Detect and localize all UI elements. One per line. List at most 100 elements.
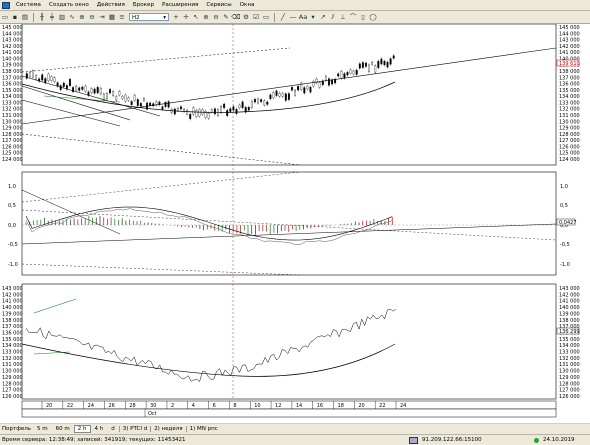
chevron-down-icon[interactable]: ▾ [309, 13, 317, 21]
candle-body [392, 55, 395, 59]
menu-actions[interactable]: Действия [93, 0, 129, 10]
lower-tick-right: 142 000 [559, 292, 580, 298]
candle-body [186, 110, 189, 115]
tf-2h[interactable]: 2 h [73, 425, 91, 433]
zoom-icon[interactable]: ⊕ [202, 13, 210, 21]
checkbox-icon[interactable]: ☑ [252, 13, 260, 21]
candle-body [143, 98, 145, 101]
lower-tick-right: 127 000 [559, 388, 580, 394]
tf-5m[interactable]: 5 m [33, 425, 52, 433]
open-icon[interactable]: ▭ [1, 13, 9, 21]
pane-frame [21, 171, 557, 276]
candle-body [371, 62, 374, 65]
info-bar: Время сервера: 12:38:49; записей: 341919… [0, 435, 590, 445]
candle-body [121, 95, 124, 99]
candle-body [343, 73, 346, 79]
tab-mn[interactable]: 1) MN рпс [185, 426, 221, 432]
candles-icon[interactable]: ▥ [58, 13, 66, 21]
tf-d[interactable]: d [107, 425, 119, 433]
candle-body [136, 99, 139, 106]
autoscroll-icon[interactable]: ⇥ [98, 13, 106, 21]
channel-icon[interactable]: ⫽ [329, 13, 337, 21]
print-icon[interactable]: ▤ [21, 13, 29, 21]
zoom-in-icon[interactable]: ⊕ [78, 13, 86, 21]
date-tick: 16 [317, 403, 323, 409]
crosshair-icon[interactable]: ✛ [182, 13, 190, 21]
candle-body [374, 65, 377, 73]
menu-services[interactable]: Сервисы [202, 0, 235, 10]
menu-broker[interactable]: Брокер [129, 0, 158, 10]
candle-body [115, 96, 118, 101]
candle-body [99, 87, 102, 95]
tab-ptci[interactable]: 3) PTCI d [118, 426, 150, 432]
lower-tick-right: 138 000 [559, 318, 580, 324]
arrow-icon[interactable]: ↗ [319, 13, 327, 21]
price-tick-left: 124 000 [2, 157, 23, 163]
lower-tick-left: 138 000 [2, 318, 23, 324]
price-tick-left: 129 000 [2, 126, 23, 132]
price-tick-right: 145 000 [559, 25, 580, 31]
eraser-icon[interactable]: ⌫ [231, 13, 240, 21]
rect-icon[interactable]: ▯ [359, 13, 367, 21]
grid-icon[interactable]: ▦ [108, 13, 116, 21]
price-tick-left: 127 000 [2, 138, 23, 144]
candle-body [90, 88, 93, 93]
window-icon[interactable]: ▭ [262, 13, 270, 21]
settings-icon[interactable]: ≡ [118, 13, 126, 21]
chart-type-icon[interactable]: ╫ [38, 13, 46, 21]
app-icon[interactable] [2, 1, 10, 9]
candle-body [358, 63, 361, 69]
unzoom-icon[interactable]: ⊖ [212, 13, 220, 21]
menu-system[interactable]: Система [12, 0, 45, 10]
lower-tick-left: 127 000 [2, 388, 23, 394]
tab-week[interactable]: 2) неделя [150, 426, 185, 432]
lower-tick-right: 139 000 [559, 311, 580, 317]
price-tick-right: 135 000 [559, 88, 580, 94]
candle-body [28, 72, 31, 77]
candle-body [53, 77, 56, 83]
timeframe-select[interactable]: H2 ▾ [129, 13, 169, 21]
candle-body [41, 74, 44, 81]
arc-icon[interactable]: ⌒ [349, 13, 357, 21]
candle-body [96, 87, 99, 94]
line-chart-icon[interactable]: ∿ [68, 13, 76, 21]
candle-body [207, 112, 210, 119]
zoom-out-icon[interactable]: ⊖ [88, 13, 96, 21]
horizontal-line-icon[interactable]: ― [289, 13, 297, 21]
tf-4h[interactable]: 4 h [91, 425, 108, 433]
menu-new-window[interactable]: Создать окно [45, 0, 93, 10]
candle-body [254, 99, 256, 103]
menu-extensions[interactable]: Расширения [158, 0, 202, 10]
lower-tick-right: 129 000 [559, 375, 580, 381]
price-tick-left: 139 000 [2, 63, 23, 69]
price-tick-right: 143 000 [559, 38, 580, 44]
ellipse-icon[interactable]: ◯ [369, 13, 377, 21]
chart-canvas[interactable]: 145 000 145 000144 000 144 000143 000 143 0… [0, 24, 590, 423]
text-label-icon[interactable]: Aa [299, 13, 307, 21]
lower-tick-right: 126 000 [559, 394, 580, 400]
lower-tick-left: 142 000 [2, 292, 23, 298]
trendline-icon[interactable]: ╱ [279, 13, 287, 21]
price-tick-right: 141 000 [559, 50, 580, 56]
tf-60m[interactable]: 60 m [52, 425, 74, 433]
price-tick-left: 144 000 [2, 31, 23, 37]
add-icon[interactable]: + [172, 13, 180, 21]
fibo-icon[interactable]: ⊥ [339, 13, 347, 21]
chart-settings-icon[interactable]: ⚙ [242, 13, 250, 21]
date-tick: 6 [213, 403, 216, 409]
price-tick-left: 133 000 [2, 100, 23, 106]
bars-icon[interactable]: ╪ [48, 13, 56, 21]
candle-body [183, 109, 186, 112]
menu-windows[interactable]: Окна [236, 0, 259, 10]
price-tick-right: 136 000 [559, 82, 580, 88]
save-icon[interactable]: ▪ [11, 13, 19, 21]
candle-body [386, 61, 389, 68]
portfolio-label[interactable]: Портфель [0, 426, 33, 432]
pencil-icon[interactable]: ✎ [222, 13, 230, 21]
candle-body [266, 101, 269, 105]
candle-body [213, 108, 216, 115]
cursor-icon[interactable]: ↖ [192, 13, 200, 21]
chart-window[interactable]: 145 000 145 000 144 000 144 000 143 000 143 0… [0, 24, 590, 423]
osc-tick-right: 0,5 [560, 203, 568, 209]
price-tick-left: 142 000 [2, 44, 23, 50]
